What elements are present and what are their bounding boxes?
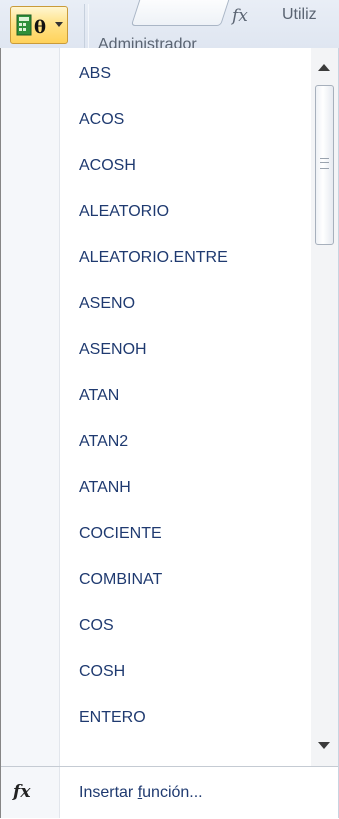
math-trig-icon: θ bbox=[16, 14, 46, 38]
name-manager-icon bbox=[130, 0, 232, 26]
use-in-formula-label[interactable]: Utiliz bbox=[282, 6, 317, 24]
scroll-thumb[interactable] bbox=[315, 85, 334, 245]
ribbon-strip: θ Administrador fx Utiliz bbox=[0, 0, 339, 48]
ribbon-divider bbox=[88, 4, 89, 48]
scroll-down-arrow-icon[interactable] bbox=[311, 730, 338, 766]
insert-function-label[interactable]: Insertar función... bbox=[79, 767, 203, 818]
insert-function-label-post: unción... bbox=[142, 784, 203, 801]
list-item[interactable]: ATANH bbox=[59, 471, 309, 505]
use-in-formula-icon: fx bbox=[232, 6, 248, 26]
grip-icon bbox=[320, 158, 329, 169]
insert-function-item[interactable]: fx Insertar función... bbox=[1, 766, 338, 819]
list-item[interactable]: ALEATORIO bbox=[59, 195, 309, 229]
dropdown-arrow-icon[interactable] bbox=[55, 22, 63, 27]
vertical-scrollbar[interactable] bbox=[311, 48, 338, 766]
list-item[interactable]: ENTERO bbox=[59, 701, 309, 735]
name-manager-label: Administrador bbox=[98, 36, 197, 48]
scroll-up-arrow-icon[interactable] bbox=[311, 48, 338, 84]
list-item[interactable]: ATAN2 bbox=[59, 425, 309, 459]
list-item[interactable]: COS bbox=[59, 609, 309, 643]
function-dropdown: ABS ACOS ACOSH ALEATORIO ALEATORIO.ENTRE… bbox=[0, 48, 339, 819]
list-item[interactable]: ATAN bbox=[59, 379, 309, 413]
list-item[interactable]: ACOSH bbox=[59, 149, 309, 183]
list-item[interactable]: COCIENTE bbox=[59, 517, 309, 551]
list-item[interactable]: ACOS bbox=[59, 103, 309, 137]
insert-function-label-pre: Insertar bbox=[79, 784, 138, 801]
svg-text:θ: θ bbox=[34, 17, 46, 38]
function-list: ABS ACOS ACOSH ALEATORIO ALEATORIO.ENTRE… bbox=[59, 48, 309, 766]
list-item[interactable]: COSH bbox=[59, 655, 309, 689]
list-item[interactable]: ABS bbox=[59, 57, 309, 91]
list-item[interactable]: ASENO bbox=[59, 287, 309, 321]
list-item[interactable]: ALEATORIO.ENTRE bbox=[59, 241, 309, 275]
menu-icon-gutter bbox=[1, 48, 60, 766]
list-item[interactable]: ASENOH bbox=[59, 333, 309, 367]
fx-icon: fx bbox=[13, 782, 31, 802]
menu-icon-gutter: fx bbox=[1, 767, 60, 818]
ribbon-divider bbox=[84, 4, 85, 48]
math-trig-button[interactable]: θ bbox=[10, 6, 68, 44]
list-item[interactable]: COMBINAT bbox=[59, 563, 309, 597]
